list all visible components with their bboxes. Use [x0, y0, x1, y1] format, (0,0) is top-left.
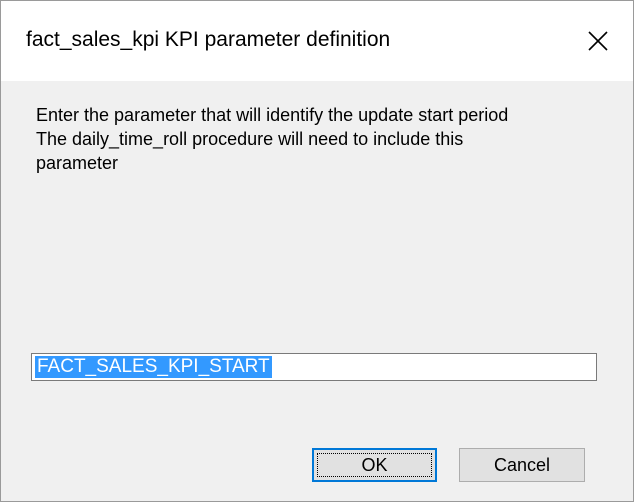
ok-button[interactable]: OK — [312, 448, 437, 482]
close-button[interactable] — [563, 1, 633, 81]
cancel-button-label: Cancel — [493, 455, 551, 475]
message-line: The daily_time_roll procedure will need … — [36, 129, 464, 149]
parameter-definition-dialog: fact_sales_kpi KPI parameter definition … — [0, 0, 634, 502]
title-bar[interactable]: fact_sales_kpi KPI parameter definition — [1, 1, 633, 81]
ok-button-label: OK — [361, 455, 388, 475]
parameter-input-selected-text: FACT_SALES_KPI_START — [35, 356, 272, 378]
message-line: parameter — [36, 153, 119, 173]
close-icon — [588, 31, 608, 51]
instruction-message: Enter the parameter that will identify t… — [36, 103, 606, 175]
cancel-button[interactable]: Cancel — [459, 448, 585, 482]
dialog-title: fact_sales_kpi KPI parameter definition — [26, 28, 391, 51]
message-line: Enter the parameter that will identify t… — [36, 105, 509, 125]
parameter-input[interactable]: FACT_SALES_KPI_START — [31, 353, 597, 381]
